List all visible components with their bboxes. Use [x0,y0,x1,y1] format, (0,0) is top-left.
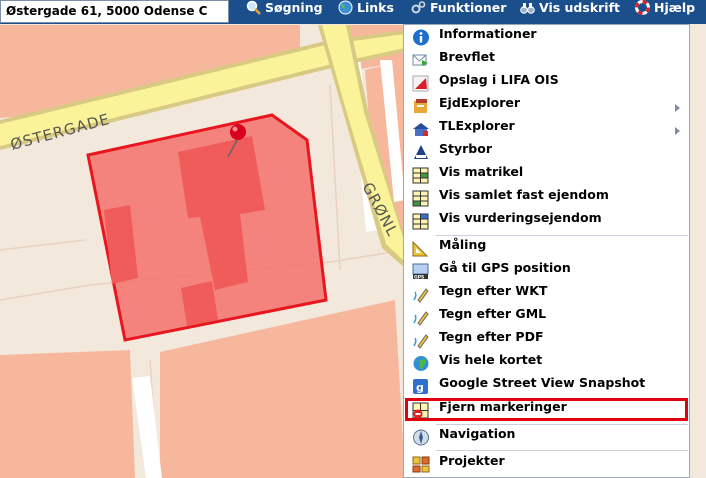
search-menu-button[interactable]: Søgning [246,0,323,24]
explorer-icon [414,99,427,113]
print-menu-button[interactable]: Vis udskrift [520,0,620,24]
menu-item-label: Projekter [439,453,505,468]
menu-item-label: TLExplorer [439,118,515,133]
menu-item-vis-samlet-fast-ejendom[interactable]: Vis samlet fast ejendom [404,187,689,210]
menu-item-opslag-lifa-ois[interactable]: Opslag i LIFA OIS [404,72,689,95]
menu-item-vis-matrikel[interactable]: Vis matrikel [404,164,689,187]
grid-icon [412,167,429,184]
menu-item-label: Google Street View Snapshot [439,375,646,390]
grid-icon [412,190,429,207]
menu-item-styrbor[interactable]: Styrbor [404,141,689,164]
menu-item-label: Tegn efter PDF [439,329,544,344]
menu-item-label: Styrbor [439,141,492,156]
gps-icon: GPS [412,263,429,281]
menu-item-brevflet[interactable]: Brevflet [404,49,689,72]
links-menu-label: Links [357,0,394,15]
menu-item-label: Vis hele kortet [439,352,543,367]
menu-item-label: Tegn efter WKT [439,283,548,298]
info-icon [413,29,429,46]
menu-separator [436,450,688,451]
pencil-icon [413,288,429,303]
links-menu-button[interactable]: Links [338,0,394,24]
menu-item-tlexplorer[interactable]: TLExplorer [404,118,689,141]
print-menu-label: Vis udskrift [539,0,620,15]
gears-icon [411,1,426,14]
menu-item-label: Gå til GPS position [439,260,571,275]
menu-item-informationer[interactable]: Informationer [404,26,689,49]
lifebuoy-icon [635,0,650,15]
menu-item-tegn-efter-pdf[interactable]: Tegn efter PDF [404,329,689,352]
menu-item-ga-til-gps[interactable]: GPS Gå til GPS position [404,260,689,283]
compass-icon [413,429,429,446]
submenu-arrow-icon [675,127,680,135]
binoculars-icon [520,3,535,14]
menu-item-label: Tegn efter GML [439,306,547,321]
menu-item-vis-vurderingsejendom[interactable]: Vis vurderingsejendom [404,210,689,233]
search-menu-label: Søgning [265,0,323,15]
menu-item-navigation[interactable]: Navigation [404,426,689,449]
menu-item-ejdexplorer[interactable]: EjdExplorer [404,95,689,118]
menu-item-vis-hele-kortet[interactable]: Vis hele kortet [404,352,689,375]
svg-text:GPS: GPS [414,275,424,281]
pencil-icon [413,334,429,349]
menu-item-label: EjdExplorer [439,95,520,110]
menu-item-label: Måling [439,237,487,252]
mail-merge-icon [412,54,428,66]
help-menu-label: Hjælp [654,0,696,15]
menu-item-label: Vis matrikel [439,164,524,179]
menu-separator [436,424,688,425]
menu-separator [436,235,688,236]
globe-icon [338,0,353,15]
menu-item-maling[interactable]: Måling [404,237,689,260]
functions-menu-label: Funktioner [430,0,507,15]
menu-item-label: Opslag i LIFA OIS [439,72,559,87]
ruler-icon [412,240,429,257]
svg-text:g: g [416,381,424,394]
tl-explorer-icon [413,123,429,136]
menu-item-label: Vis vurderingsejendom [439,210,602,225]
menu-item-label: Brevflet [439,49,496,64]
menu-item-tegn-efter-wkt[interactable]: Tegn efter WKT [404,283,689,306]
pencil-icon [413,311,429,326]
grid-icon [412,213,429,230]
search-icon [246,0,261,15]
address-field[interactable]: Østergade 61, 5000 Odense C [0,0,229,23]
submenu-arrow-icon [675,104,680,112]
menu-item-tegn-efter-gml[interactable]: Tegn efter GML [404,306,689,329]
menu-item-label: Informationer [439,26,537,41]
projects-icon [412,456,430,473]
globe-icon [413,356,429,371]
menu-item-label: Vis samlet fast ejendom [439,187,609,202]
ois-icon [412,75,429,92]
menu-item-label: Navigation [439,426,516,441]
functions-menu-button[interactable]: Funktioner [411,0,506,24]
help-menu-button[interactable]: Hjælp [635,0,695,24]
highlight-box [405,398,688,421]
menu-item-google-street-view[interactable]: g Google Street View Snapshot [404,375,689,398]
street-view-icon: g [413,379,428,394]
styrbor-icon [414,145,428,159]
menu-item-projekter[interactable]: Projekter [404,453,689,476]
